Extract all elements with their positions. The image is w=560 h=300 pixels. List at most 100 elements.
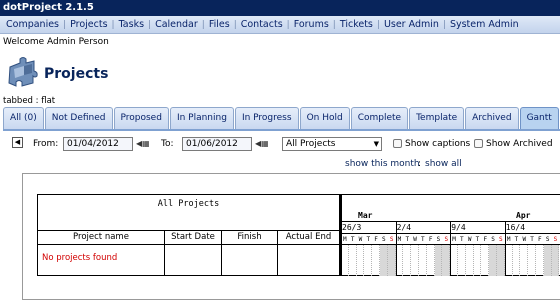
nav-forums[interactable]: Forums [290, 19, 333, 30]
col-project-name: Project name [38, 231, 165, 245]
to-label: To: [161, 139, 174, 149]
day-column [341, 245, 349, 276]
weekend-column [442, 245, 451, 276]
gantt-header: All Projects [38, 195, 339, 231]
day-letter: T [366, 236, 371, 243]
weekend-column [497, 245, 505, 276]
nav-tickets[interactable]: Tickets [336, 19, 377, 30]
nav-files[interactable]: Files [205, 19, 234, 30]
col-actual-end: Actual End [278, 231, 339, 245]
day-letter: S [545, 236, 550, 243]
chevron-down-icon: ▼ [373, 140, 379, 148]
tab-not-defined[interactable]: Not Defined [44, 107, 113, 129]
day-letter: T [530, 236, 534, 243]
projects-puzzle-icon [6, 55, 40, 91]
day-column [505, 245, 513, 276]
day-letter: M [397, 236, 402, 243]
show-all-link[interactable]: show all [425, 159, 462, 169]
weekend-column [434, 245, 443, 276]
tab-in-progress[interactable]: In Progress [234, 107, 299, 129]
day-letter: F [538, 236, 542, 243]
day-letter: T [460, 236, 464, 243]
day-letter: M [452, 236, 456, 243]
no-projects-message: No projects found [42, 253, 118, 263]
nav-contacts[interactable]: Contacts [237, 19, 287, 30]
day-letter: T [421, 236, 425, 243]
tab-in-planning[interactable]: In Planning [169, 107, 234, 129]
day-column [513, 245, 521, 276]
day-letter: F [374, 236, 378, 243]
tab-complete[interactable]: Complete [350, 107, 409, 129]
day-letter: S [389, 236, 394, 243]
week-label: 16/4 [505, 223, 526, 232]
show-archived-checkbox[interactable] [474, 139, 483, 148]
day-column [458, 245, 466, 276]
nav-system-admin[interactable]: System Admin [446, 19, 523, 30]
day-letter: S [444, 236, 449, 243]
day-letter: M [343, 236, 347, 243]
day-column [364, 245, 373, 276]
project-filter-select[interactable]: All Projects ▼ [282, 137, 382, 151]
show-captions-label: Show captions [405, 139, 471, 149]
day-letter: T [514, 236, 519, 243]
weekend-column [387, 245, 396, 276]
day-letter: S [382, 236, 386, 243]
day-column [481, 245, 490, 276]
cell-start-date [165, 245, 222, 275]
day-column [536, 245, 544, 276]
weekend-column [551, 245, 560, 276]
day-column [466, 245, 474, 276]
app-title: dotProject 2.1.5 [0, 0, 560, 16]
tab-on-hold[interactable]: On Hold [299, 107, 350, 129]
day-column [357, 245, 365, 276]
tab-proposed[interactable]: Proposed [113, 107, 169, 129]
nav-calendar[interactable]: Calendar [151, 19, 202, 30]
project-tabs: All (0) Not Defined Proposed In Planning… [3, 107, 560, 129]
cell-finish [222, 245, 278, 275]
show-this-month-link[interactable]: show this month [345, 159, 420, 169]
week-label: 26/3 [342, 223, 362, 232]
show-captions-checkbox[interactable] [393, 139, 402, 148]
tab-mode-label: tabbed : flat [3, 96, 56, 106]
gantt-chart: All Projects Project name Start Date Fin… [22, 173, 560, 300]
project-filter-value: All Projects [286, 139, 336, 149]
from-label: From: [33, 139, 59, 149]
tab-all[interactable]: All (0) [3, 107, 44, 129]
to-calendar-icon[interactable]: ◀▦ [255, 138, 277, 149]
nav-tasks[interactable]: Tasks [115, 19, 148, 30]
gantt-timeline: Mar Apr 26/3 2/4 9/4 16/4 M T W T F S S M T W T F S S M T W T F S… [340, 194, 560, 276]
day-letter: T [475, 236, 480, 243]
tab-template[interactable]: Template [409, 107, 465, 129]
day-letter: S [491, 236, 495, 243]
link-separator: : [418, 159, 422, 169]
day-letter: S [436, 236, 441, 243]
page-title: Projects [44, 66, 109, 82]
day-column [411, 245, 419, 276]
day-column [528, 245, 536, 276]
nav-projects[interactable]: Projects [66, 19, 111, 30]
day-column [349, 245, 357, 276]
day-letter: W [467, 236, 472, 243]
show-archived-label: Show Archived [486, 139, 553, 149]
weekend-column [543, 245, 552, 276]
from-date-field[interactable]: 01/04/2012 [63, 137, 133, 151]
day-letter: S [553, 236, 558, 243]
day-letter: S [499, 236, 503, 243]
day-letter: W [413, 236, 417, 243]
to-date-field[interactable]: 01/06/2012 [182, 137, 252, 151]
tab-archived[interactable]: Archived [465, 107, 519, 129]
nav-user-admin[interactable]: User Admin [380, 19, 443, 30]
day-letter: T [405, 236, 410, 243]
day-column [450, 245, 458, 276]
tab-gantt[interactable]: Gantt [519, 107, 559, 129]
nav-companies[interactable]: Companies [2, 19, 63, 30]
from-calendar-icon[interactable]: ◀▦ [136, 138, 158, 149]
day-column [419, 245, 427, 276]
month-label: Apr [516, 211, 531, 220]
day-letter: F [428, 236, 433, 243]
day-letter: W [358, 236, 363, 243]
day-column [403, 245, 412, 276]
gantt-project-table: All Projects Project name Start Date Fin… [37, 194, 340, 276]
prev-period-button[interactable]: ◀ [12, 137, 23, 148]
day-column [372, 245, 380, 276]
